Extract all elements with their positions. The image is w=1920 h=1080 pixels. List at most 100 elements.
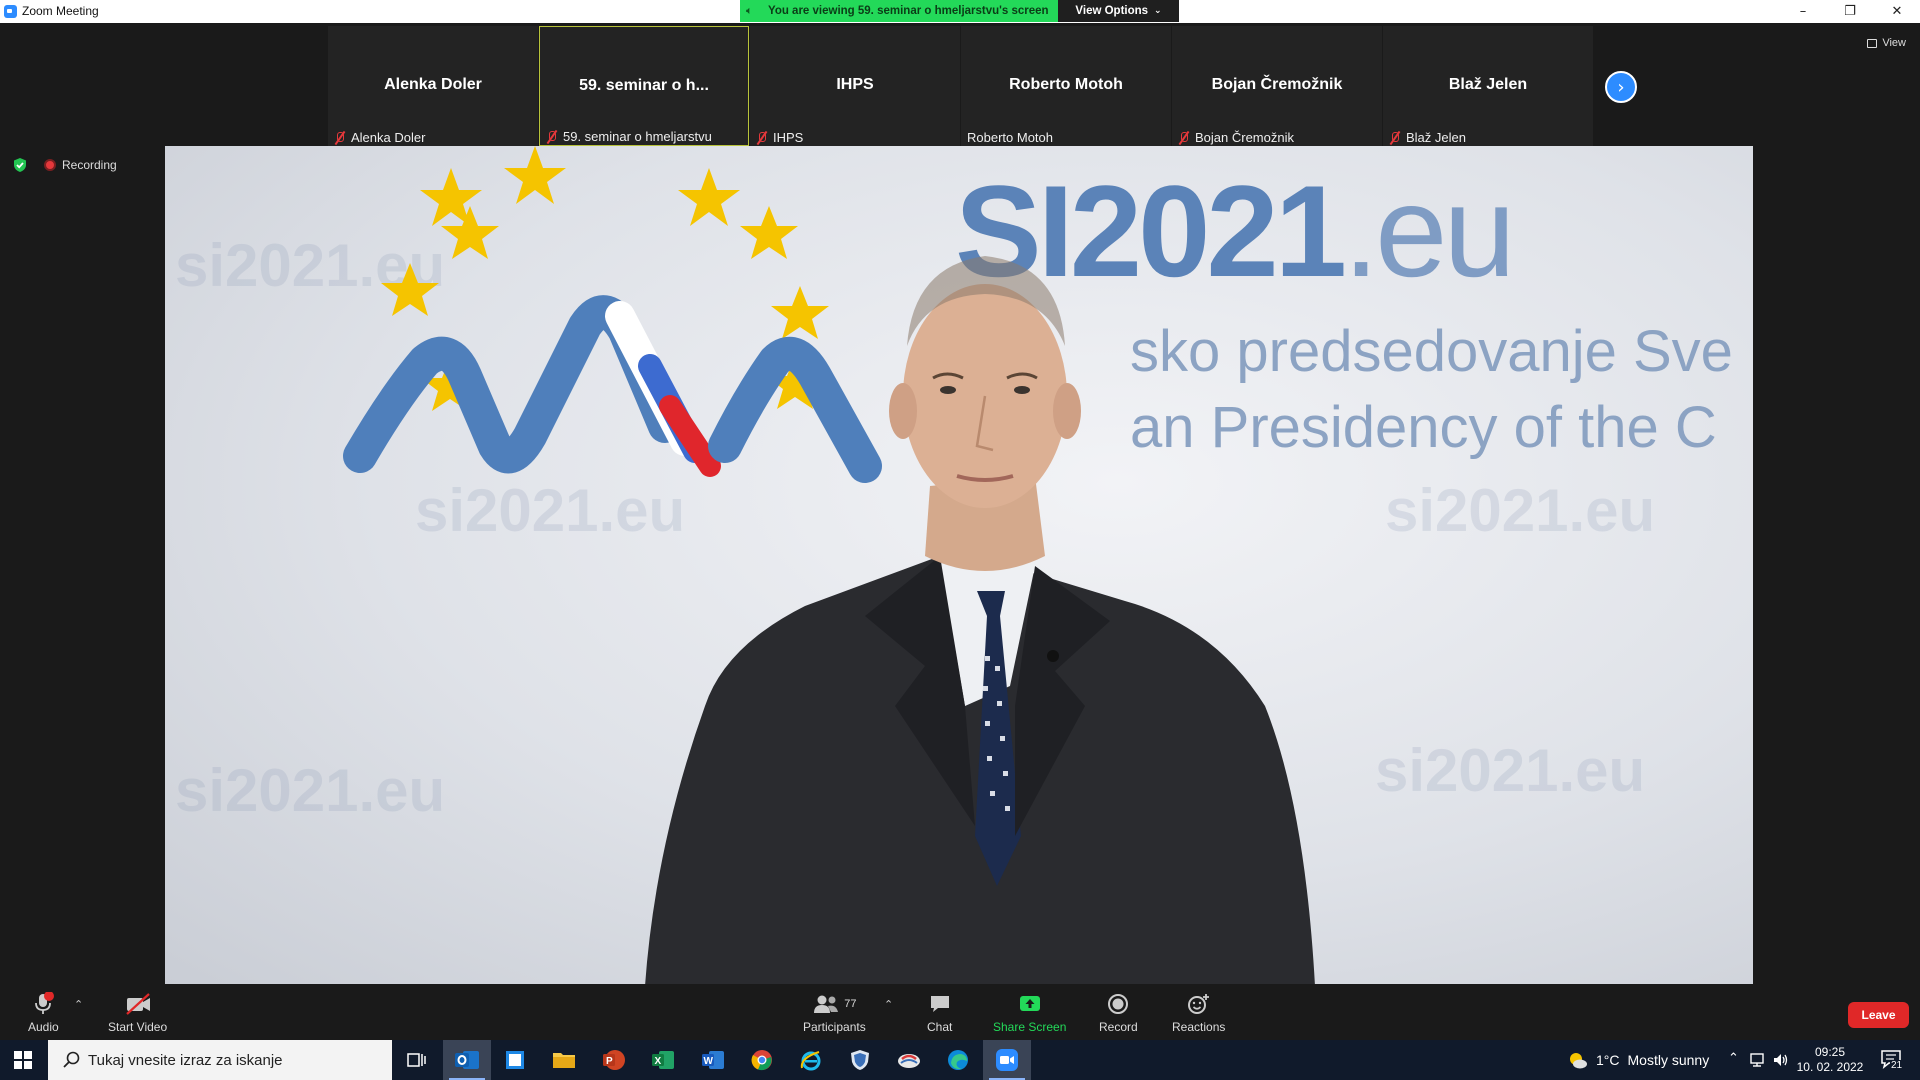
speaker-icon: 🔈︎ [746, 4, 753, 17]
taskbar-edge[interactable] [934, 1040, 982, 1080]
svg-text:W: W [704, 1056, 714, 1067]
participant-tile[interactable]: Bojan Čremožnik Bojan Čremožnik [1172, 26, 1382, 146]
restore-button[interactable]: ❐ [1827, 0, 1873, 23]
taskbar-zoom[interactable] [983, 1040, 1031, 1080]
record-button[interactable]: Record [1099, 992, 1138, 1034]
svg-text:P: P [606, 1056, 613, 1067]
window-title: Zoom Meeting [22, 4, 99, 18]
recording-dot-icon [44, 159, 56, 171]
share-screen-label: Share Screen [993, 1020, 1067, 1034]
svg-text:X: X [655, 1056, 662, 1067]
next-page-arrow-icon[interactable]: › [1605, 71, 1637, 103]
participants-button[interactable]: 77 Participants [803, 992, 866, 1034]
taskbar-outlook[interactable] [443, 1040, 491, 1080]
cloud-app-icon [898, 1054, 920, 1068]
weather-temperature: 1°C [1596, 1052, 1620, 1068]
participants-icon [814, 995, 839, 1013]
reactions-button[interactable]: Reactions [1172, 992, 1225, 1034]
participants-count: 77 [844, 998, 857, 1010]
mic-muted-icon [756, 131, 768, 145]
close-button[interactable]: ✕ [1874, 0, 1920, 23]
view-options-label: View Options [1075, 5, 1149, 17]
taskbar-powerpoint[interactable]: P [590, 1040, 638, 1080]
mic-muted-icon [1178, 131, 1190, 145]
microphone-icon [35, 992, 55, 1014]
chat-icon [930, 996, 949, 1012]
participants-label: Participants [803, 1020, 866, 1034]
taskbar-internet-explorer[interactable] [787, 1040, 835, 1080]
participant-display-name: Roberto Motoh [1009, 76, 1123, 93]
shield-app-icon [851, 1050, 869, 1070]
taskbar-clock[interactable]: 09:25 10. 02. 2022 [1796, 1045, 1864, 1075]
chat-button[interactable]: Chat [927, 992, 952, 1034]
view-layout-button[interactable]: View [1867, 33, 1906, 53]
view-layout-label: View [1882, 37, 1906, 49]
participant-display-name: Blaž Jelen [1448, 76, 1528, 93]
taskbar-excel[interactable]: X [639, 1040, 687, 1080]
zoom-icon [996, 1049, 1018, 1071]
participant-name: IHPS [773, 130, 804, 145]
participant-tile-active[interactable]: 59. seminar o h... 59. seminar o hmeljar… [539, 26, 749, 146]
participant-tile[interactable]: Blaž Jelen Blaž Jelen [1383, 26, 1593, 146]
mic-muted-icon [334, 131, 346, 145]
taskbar-app-shield[interactable] [836, 1040, 884, 1080]
participant-display-name: Alenka Doler [384, 76, 482, 93]
participant-display-name: IHPS [836, 76, 874, 93]
taskbar-word[interactable]: W [689, 1040, 737, 1080]
participant-name: Blaž Jelen [1406, 130, 1466, 145]
edge-icon [948, 1050, 968, 1070]
security-shield-icon[interactable] [12, 157, 28, 173]
share-screen-icon [1019, 996, 1040, 1011]
show-hidden-icons-chevron-icon[interactable]: ⌃ [1728, 1051, 1739, 1066]
excel-icon: X [652, 1051, 674, 1069]
view-options-button[interactable]: View Options ⌄ [1058, 0, 1179, 22]
reactions-label: Reactions [1172, 1020, 1226, 1034]
leave-button[interactable]: Leave [1848, 1002, 1909, 1028]
start-button[interactable] [0, 1040, 46, 1080]
speaker-video-frame [343, 146, 1315, 986]
taskbar-search[interactable] [48, 1040, 392, 1080]
share-banner-text: You are viewing 59. seminar o hmeljarstv… [768, 5, 1049, 17]
taskbar-app-cloud[interactable] [885, 1040, 933, 1080]
start-video-button[interactable]: Start Video [108, 992, 167, 1034]
weather-widget[interactable]: 1°C Mostly sunny [1566, 1040, 1709, 1080]
recording-indicator[interactable]: Recording [44, 158, 117, 172]
audio-button[interactable]: Audio [28, 992, 59, 1034]
minimize-button[interactable]: – [1780, 0, 1826, 23]
record-icon [1108, 994, 1129, 1014]
start-video-label: Start Video [108, 1020, 168, 1034]
windows-logo-icon [14, 1051, 32, 1069]
mic-muted-icon [546, 130, 558, 144]
notification-center-button[interactable]: 21 [1880, 1048, 1904, 1071]
windows-taskbar: P X W [0, 1040, 1920, 1080]
mic-muted-icon [1389, 131, 1401, 145]
sun-cloud-icon [1570, 1053, 1587, 1069]
folder-icon [553, 1053, 575, 1068]
taskbar-app-blue[interactable] [491, 1040, 539, 1080]
weather-description: Mostly sunny [1627, 1052, 1710, 1068]
audio-options-caret-icon[interactable]: ⌃ [74, 998, 83, 1011]
notification-count: 21 [1890, 1060, 1904, 1071]
internet-explorer-icon [800, 1051, 821, 1071]
screen-share-banner: 🔈︎ You are viewing 59. seminar o hmeljar… [740, 0, 1058, 22]
network-icon[interactable] [1749, 1052, 1767, 1068]
share-screen-button[interactable]: Share Screen [993, 992, 1066, 1034]
task-view-button[interactable] [393, 1040, 441, 1080]
chevron-down-icon: ⌄ [1154, 6, 1162, 16]
clock-time: 09:25 [1814, 1045, 1846, 1059]
reactions-smiley-icon [1187, 994, 1209, 1014]
chrome-icon [751, 1050, 772, 1071]
search-input[interactable] [88, 1051, 388, 1069]
task-view-icon [407, 1053, 426, 1067]
participant-name: 59. seminar o hmeljarstvu [563, 129, 712, 144]
participant-tile[interactable]: Roberto Motoh Roberto Motoh [961, 26, 1171, 146]
search-icon [63, 1051, 80, 1068]
clock-date: 10. 02. 2022 [1796, 1060, 1864, 1074]
volume-icon[interactable] [1772, 1052, 1790, 1068]
taskbar-file-explorer[interactable] [540, 1040, 588, 1080]
participant-tile[interactable]: IHPS IHPS [750, 26, 960, 146]
participant-name: Roberto Motoh [967, 130, 1053, 145]
participant-tile[interactable]: Alenka Doler Alenka Doler [328, 26, 538, 146]
participants-options-caret-icon[interactable]: ⌃ [884, 998, 893, 1011]
taskbar-chrome[interactable] [738, 1040, 786, 1080]
